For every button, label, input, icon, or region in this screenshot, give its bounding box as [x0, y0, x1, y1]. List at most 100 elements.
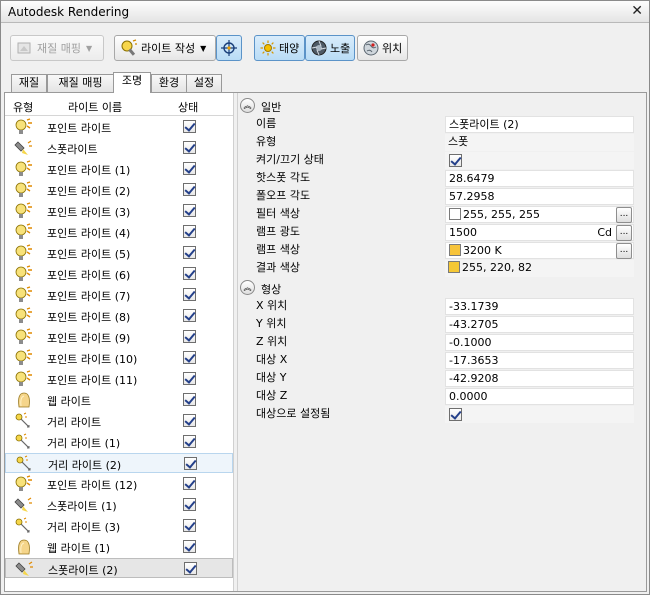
light-row[interactable]: 포인트 라이트 (4): [5, 222, 233, 242]
light-status-checkbox[interactable]: [183, 225, 196, 238]
light-row[interactable]: 웹 라이트 (1): [5, 537, 233, 557]
light-status-checkbox[interactable]: [183, 120, 196, 133]
property-row: 결과 색상 255, 220, 82: [252, 260, 634, 278]
property-value[interactable]: 스폿라이트 (2): [445, 116, 634, 133]
light-status-checkbox[interactable]: [183, 414, 196, 427]
point-light-icon: [14, 286, 34, 304]
light-row[interactable]: 거리 라이트: [5, 411, 233, 431]
light-status-checkbox[interactable]: [183, 267, 196, 280]
property-value[interactable]: 3200 K...: [445, 242, 634, 259]
collapse-icon[interactable]: ︽: [240, 98, 255, 113]
light-row[interactable]: 포인트 라이트 (3): [5, 201, 233, 221]
property-value[interactable]: -17.3653: [445, 352, 634, 369]
light-name: 포인트 라이트 (4): [47, 227, 131, 240]
point-light-icon: [14, 475, 34, 493]
light-status-checkbox[interactable]: [183, 162, 196, 175]
light-row[interactable]: 스폿라이트: [5, 138, 233, 158]
light-row[interactable]: 스폿라이트 (1): [5, 495, 233, 515]
point-light-icon: [14, 307, 34, 325]
light-row[interactable]: 포인트 라이트 (10): [5, 348, 233, 368]
browse-button[interactable]: ...: [616, 207, 632, 223]
light-status-checkbox[interactable]: [183, 288, 196, 301]
header-light-name[interactable]: 라이트 이름: [68, 99, 122, 115]
color-swatch: [449, 208, 461, 220]
property-checkbox[interactable]: [449, 154, 462, 167]
target-icon: [221, 40, 237, 56]
light-row[interactable]: 포인트 라이트 (2): [5, 180, 233, 200]
color-swatch: [449, 244, 461, 256]
create-light-icon: [121, 39, 137, 56]
light-row[interactable]: 포인트 라이트 (1): [5, 159, 233, 179]
light-row[interactable]: 포인트 라이트 (8): [5, 306, 233, 326]
light-row[interactable]: 포인트 라이트 (9): [5, 327, 233, 347]
property-value[interactable]: 28.6479: [445, 170, 634, 187]
exposure-button[interactable]: 노출: [305, 35, 355, 61]
header-status[interactable]: 상태: [178, 99, 198, 115]
tab-material-map[interactable]: 재질 매핑: [47, 74, 114, 92]
tab-lighting[interactable]: 조명: [113, 72, 151, 93]
light-status-checkbox[interactable]: [183, 330, 196, 343]
property-value[interactable]: 0.0000: [445, 388, 634, 405]
light-row[interactable]: 웹 라이트: [5, 390, 233, 410]
property-value[interactable]: 1500 Cd...: [445, 224, 634, 241]
tab-settings[interactable]: 설정: [186, 74, 222, 92]
distant-light-icon: [15, 455, 35, 473]
close-icon[interactable]: ✕: [631, 3, 643, 19]
light-row[interactable]: 스폿라이트 (2): [5, 558, 233, 578]
light-status-checkbox[interactable]: [183, 498, 196, 511]
property-value[interactable]: 57.2958: [445, 188, 634, 205]
light-glyph-toggle[interactable]: [216, 35, 242, 61]
web-light-icon: [14, 538, 34, 556]
light-status-checkbox[interactable]: [183, 246, 196, 259]
light-row[interactable]: 포인트 라이트 (11): [5, 369, 233, 389]
browse-button[interactable]: ...: [616, 243, 632, 259]
title-bar: Autodesk Rendering ✕: [1, 1, 649, 23]
collapse-icon[interactable]: ︽: [240, 280, 255, 295]
section-geometry[interactable]: ︽ 형상: [238, 279, 646, 297]
light-status-checkbox[interactable]: [183, 393, 196, 406]
property-value[interactable]: -42.9208: [445, 370, 634, 387]
light-name: 거리 라이트: [47, 416, 102, 429]
section-general[interactable]: ︽ 일반: [238, 97, 646, 115]
property-label: Y 위치: [256, 317, 287, 330]
property-checkbox[interactable]: [449, 408, 462, 421]
light-status-checkbox[interactable]: [183, 477, 196, 490]
light-row[interactable]: 거리 라이트 (1): [5, 432, 233, 452]
browse-button[interactable]: ...: [616, 225, 632, 241]
light-row[interactable]: 포인트 라이트 (6): [5, 264, 233, 284]
property-value[interactable]: -33.1739: [445, 298, 634, 315]
color-swatch: [448, 261, 460, 273]
material-map-button[interactable]: 재질 매핑 ▼: [10, 35, 104, 61]
light-row[interactable]: 거리 라이트 (2): [5, 453, 233, 473]
property-value[interactable]: -0.1000: [445, 334, 634, 351]
create-light-button[interactable]: 라이트 작성 ▼: [114, 35, 216, 61]
light-status-checkbox[interactable]: [183, 540, 196, 553]
light-row[interactable]: 포인트 라이트 (5): [5, 243, 233, 263]
point-light-icon: [14, 118, 34, 136]
property-value[interactable]: -43.2705: [445, 316, 634, 333]
light-row[interactable]: 포인트 라이트: [5, 117, 233, 137]
light-row[interactable]: 포인트 라이트 (7): [5, 285, 233, 305]
light-status-checkbox[interactable]: [184, 562, 197, 575]
tab-material[interactable]: 재질: [11, 74, 47, 92]
light-status-checkbox[interactable]: [183, 141, 196, 154]
property-value[interactable]: 255, 255, 255...: [445, 206, 634, 223]
property-label: 유형: [256, 135, 277, 148]
light-status-checkbox[interactable]: [183, 204, 196, 217]
sun-button[interactable]: 태양: [254, 35, 305, 61]
property-label: 대상 Z: [256, 389, 288, 402]
light-status-checkbox[interactable]: [184, 457, 197, 470]
light-row[interactable]: 거리 라이트 (3): [5, 516, 233, 536]
location-button[interactable]: 위치: [357, 35, 408, 61]
light-status-checkbox[interactable]: [183, 309, 196, 322]
light-status-checkbox[interactable]: [183, 435, 196, 448]
light-status-checkbox[interactable]: [183, 183, 196, 196]
light-status-checkbox[interactable]: [183, 351, 196, 364]
light-row[interactable]: 포인트 라이트 (12): [5, 474, 233, 494]
light-status-checkbox[interactable]: [183, 519, 196, 532]
property-row: 필터 색상 255, 255, 255...: [252, 206, 634, 224]
light-status-checkbox[interactable]: [183, 372, 196, 385]
property-label: 대상으로 설정됨: [256, 407, 331, 420]
tab-environment[interactable]: 환경: [151, 74, 187, 92]
header-type[interactable]: 유형: [13, 99, 33, 115]
